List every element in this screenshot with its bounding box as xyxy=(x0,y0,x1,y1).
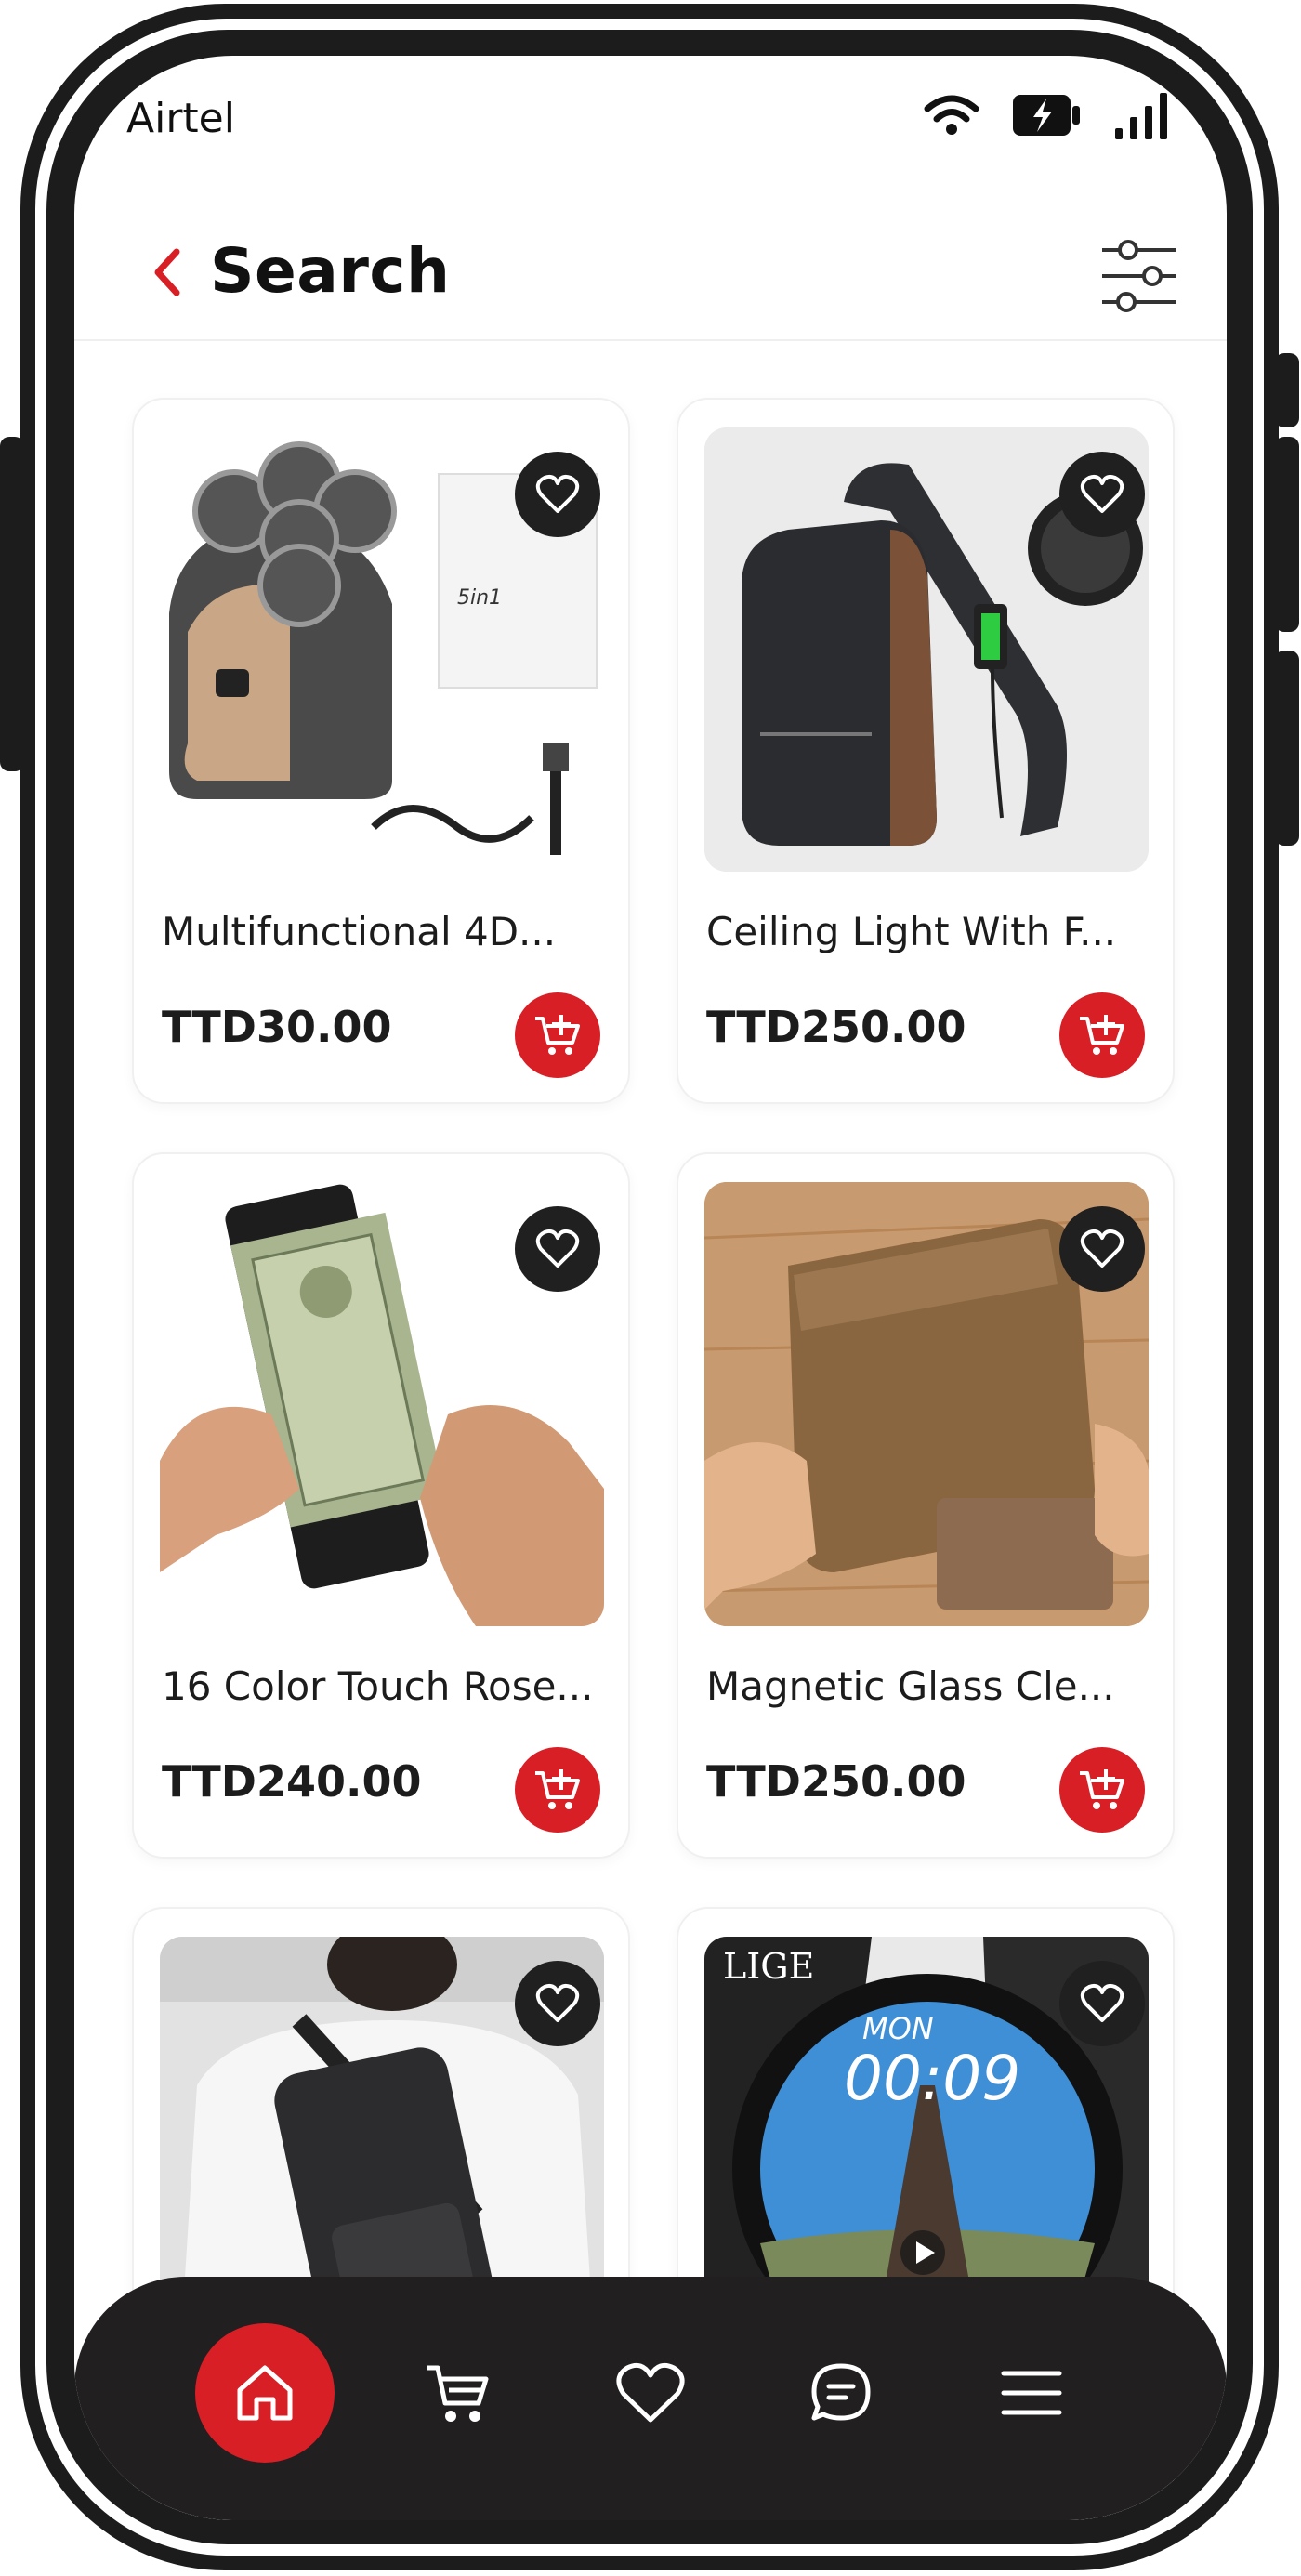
product-name[interactable]: 16 Color Touch Rose... xyxy=(162,1663,608,1709)
product-card[interactable]: 16 Color Touch Rose... TTD240.00 xyxy=(132,1152,630,1859)
nav-wishlist[interactable] xyxy=(581,2323,720,2463)
watch-day: MON xyxy=(862,2011,934,2046)
product-price: TTD30.00 xyxy=(162,1002,392,1052)
heart-icon xyxy=(535,1983,580,2022)
product-price: TTD240.00 xyxy=(162,1756,422,1807)
heart-icon xyxy=(1080,1229,1124,1268)
heart-icon xyxy=(1080,474,1124,513)
phone-side-button-right-2 xyxy=(1275,437,1299,632)
add-to-cart-button[interactable] xyxy=(1059,992,1145,1078)
cart-plus-icon xyxy=(1080,1769,1124,1809)
product-card[interactable]: Ceiling Light With F... TTD250.00 xyxy=(677,398,1175,1104)
product-image[interactable] xyxy=(704,1182,1149,1626)
nav-menu[interactable] xyxy=(962,2323,1101,2463)
product-name[interactable]: Ceiling Light With F... xyxy=(706,909,1152,954)
phone-side-button-right-1 xyxy=(1275,353,1299,427)
nav-chat[interactable] xyxy=(771,2323,911,2463)
chat-icon xyxy=(811,2363,871,2421)
cart-plus-icon xyxy=(1080,1015,1124,1055)
watch-time: 00:09 xyxy=(844,2043,1020,2114)
product-name[interactable]: Multifunctional 4D... xyxy=(162,909,608,954)
svg-text:5in1: 5in1 xyxy=(457,586,502,610)
cart-plus-icon xyxy=(535,1769,580,1809)
add-to-cart-button[interactable] xyxy=(515,1747,600,1833)
nav-home[interactable] xyxy=(195,2323,335,2463)
favorite-button[interactable] xyxy=(1059,1961,1145,2046)
product-name[interactable]: Magnetic Glass Cle... xyxy=(706,1663,1152,1709)
screen: Airtel Search 5in1 Multifunctional 4D...… xyxy=(74,56,1227,2520)
home-icon xyxy=(237,2365,293,2421)
menu-icon xyxy=(1001,2371,1062,2415)
bottom-nav xyxy=(74,2277,1227,2520)
heart-icon xyxy=(535,474,580,513)
heart-icon xyxy=(1080,1983,1124,2022)
cart-icon xyxy=(427,2365,489,2422)
phone-side-button-left xyxy=(0,437,24,771)
nav-cart[interactable] xyxy=(388,2323,528,2463)
favorite-button[interactable] xyxy=(515,452,600,537)
cart-plus-icon xyxy=(535,1015,580,1055)
phone-side-button-right-3 xyxy=(1275,651,1299,846)
heart-icon xyxy=(616,2362,685,2423)
favorite-button[interactable] xyxy=(1059,1206,1145,1292)
product-card[interactable]: 5in1 Multifunctional 4D... TTD30.00 xyxy=(132,398,630,1104)
product-image[interactable]: 5in1 xyxy=(160,427,604,872)
favorite-button[interactable] xyxy=(515,1961,600,2046)
product-price: TTD250.00 xyxy=(706,1002,966,1052)
watch-brand: LIGE xyxy=(723,1946,814,1987)
favorite-button[interactable] xyxy=(1059,452,1145,537)
product-price: TTD250.00 xyxy=(706,1756,966,1807)
product-grid: 5in1 Multifunctional 4D... TTD30.00 Ceil… xyxy=(74,56,1227,2520)
heart-icon xyxy=(535,1229,580,1268)
add-to-cart-button[interactable] xyxy=(515,992,600,1078)
product-image[interactable] xyxy=(160,1182,604,1626)
product-image[interactable] xyxy=(704,427,1149,872)
favorite-button[interactable] xyxy=(515,1206,600,1292)
add-to-cart-button[interactable] xyxy=(1059,1747,1145,1833)
product-card[interactable]: Magnetic Glass Cle... TTD250.00 xyxy=(677,1152,1175,1859)
